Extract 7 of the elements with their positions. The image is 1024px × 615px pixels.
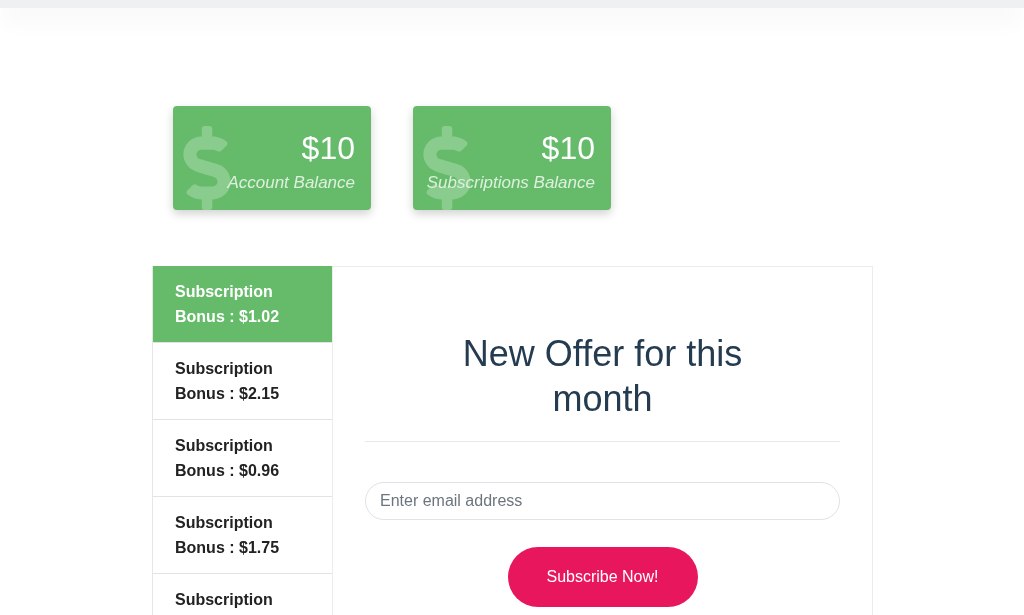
balance-amount: $10 <box>541 130 595 166</box>
email-input[interactable]: Enter email address <box>365 482 840 520</box>
subscribe-button[interactable]: Subscribe Now! <box>507 547 698 607</box>
balance-label: Subscriptions Balance <box>426 172 595 194</box>
balance-amount: $10 <box>301 130 355 166</box>
offer-title: New Offer for this month <box>461 332 744 421</box>
balance-label: Account Balance <box>227 172 355 194</box>
